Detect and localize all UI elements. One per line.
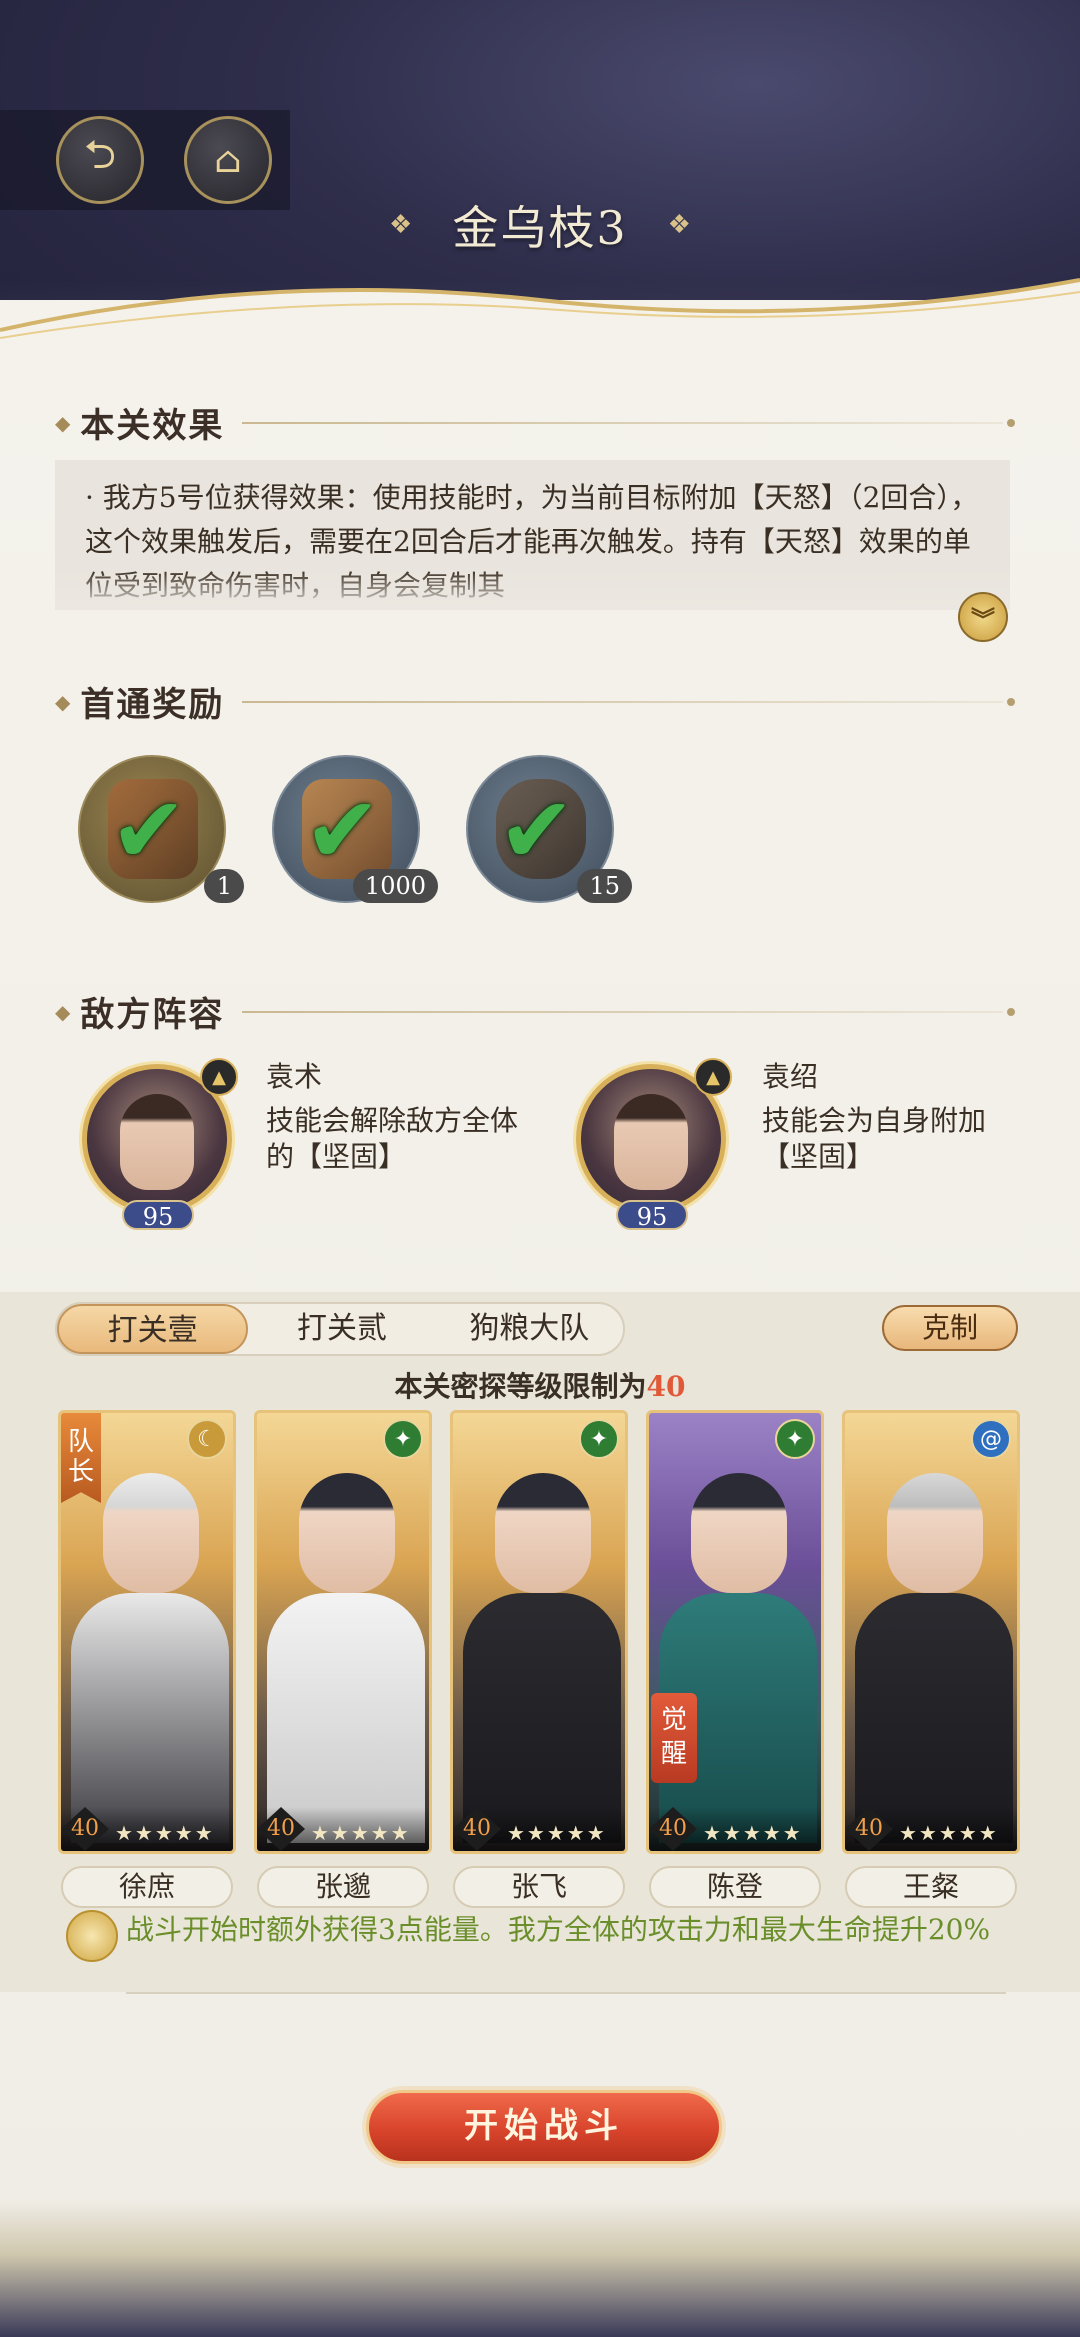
star-rating: ★★★★★ [899, 1821, 999, 1845]
reward-item-token[interactable]: ✔ 1 [78, 755, 244, 903]
star-rating: ★★★★★ [115, 1821, 215, 1845]
member-card-xushu[interactable]: 队长 ☾ 40 ★★★★★ [58, 1410, 236, 1854]
character-portrait [887, 1473, 983, 1593]
enemy-portrait-yuanshu[interactable]: ▲ 95 [72, 1058, 242, 1231]
character-portrait [103, 1473, 199, 1593]
rank-badge-icon: ▲ [200, 1058, 238, 1096]
enemy-title: 敌方阵容 [80, 995, 225, 1035]
check-icon: ✔ [304, 777, 382, 884]
enemy-avatar [614, 1094, 688, 1190]
member-card-chendeng[interactable]: ✦ 觉醒 40 ★★★★★ [646, 1410, 824, 1854]
wind-element-icon: ✦ [579, 1419, 619, 1459]
water-element-icon: @ [971, 1419, 1011, 1459]
start-battle-button[interactable]: 开始战斗 [366, 2090, 722, 2164]
character-portrait [691, 1473, 787, 1593]
pavilion-icon: ⌂ [214, 139, 242, 181]
reward-header: ◆ 首通奖励 [55, 677, 1015, 726]
tab-team-1[interactable]: 打关壹 [57, 1304, 249, 1354]
member-name: 陈登 [649, 1866, 821, 1908]
enemy-name: 袁术 [266, 1060, 323, 1093]
level-limit-value: 40 [646, 1370, 686, 1403]
character-portrait [495, 1473, 591, 1593]
rank-badge-icon: ▲ [694, 1058, 732, 1096]
diamond-ornament-icon: ❖ [667, 210, 691, 240]
wind-element-icon: ✦ [383, 1419, 423, 1459]
character-body [463, 1593, 621, 1843]
member-name: 徐庶 [61, 1866, 233, 1908]
character-body [267, 1593, 425, 1843]
divider [242, 1010, 1003, 1013]
character-portrait [299, 1473, 395, 1593]
divider-dot [1007, 1007, 1015, 1016]
stage-effect-box[interactable]: · 我方5号位获得效果：使用技能时，为当前目标附加【天怒】（2回合），这个效果触… [55, 460, 1010, 610]
character-body [855, 1593, 1013, 1843]
check-icon: ✔ [110, 777, 188, 884]
divider [126, 1992, 1006, 1994]
tab-team-3[interactable]: 狗粮大队 [436, 1304, 623, 1354]
reward-title: 首通奖励 [80, 685, 225, 725]
character-body [71, 1593, 229, 1843]
divider-dot [1007, 418, 1015, 427]
diamond-bullet-icon: ◆ [55, 410, 71, 435]
reward-count: 1000 [352, 869, 438, 903]
divider [242, 421, 1003, 424]
diamond-bullet-icon: ◆ [55, 689, 71, 714]
page-title: 金乌枝3 [452, 201, 628, 255]
team-bonus-text: 战斗开始时额外获得3点能量。我方全体的攻击力和最大生命提升20% [126, 1913, 991, 1946]
member-name: 王粲 [845, 1866, 1017, 1908]
double-chevron-down-icon: ︾ [971, 604, 995, 634]
counter-button[interactable]: 克制 [882, 1305, 1018, 1351]
star-rating: ★★★★★ [507, 1821, 607, 1845]
member-card-zhangmiao[interactable]: ✦ 40 ★★★★★ [254, 1410, 432, 1854]
level-limit: 本关密探等级限制为40 [0, 1365, 1080, 1405]
wind-element-icon: ✦ [775, 1419, 815, 1459]
enemy-level: 95 [122, 1200, 194, 1231]
member-card-zhangfei[interactable]: ✦ 40 ★★★★★ [450, 1410, 628, 1854]
divider [242, 700, 1003, 703]
member-name: 张邈 [257, 1866, 429, 1908]
star-rating: ★★★★★ [311, 1821, 411, 1845]
reward-item-jade[interactable]: ✔ 1000 [272, 755, 438, 903]
check-icon: ✔ [498, 777, 576, 884]
enemy-header: ◆ 敌方阵容 [55, 987, 1015, 1036]
reward-item-jar[interactable]: ✔ 15 [466, 755, 632, 903]
bottom-ornament [0, 2200, 1080, 2337]
member-card-wangcan[interactable]: @ 40 ★★★★★ [842, 1410, 1020, 1854]
reward-count: 1 [204, 869, 244, 903]
stage-effect-text: · 我方5号位获得效果：使用技能时，为当前目标附加【天怒】（2回合），这个效果触… [85, 481, 979, 602]
title-row: ❖ 金乌枝3 ❖ [0, 190, 1080, 260]
enemy-name: 袁绍 [762, 1060, 819, 1093]
enemy-level: 95 [616, 1200, 688, 1231]
moon-element-icon: ☾ [187, 1419, 227, 1459]
awaken-badge: 觉醒 [651, 1693, 697, 1783]
member-name: 张飞 [453, 1866, 625, 1908]
diamond-ornament-icon: ❖ [389, 210, 413, 240]
star-rating: ★★★★★ [703, 1821, 803, 1845]
diamond-bullet-icon: ◆ [55, 999, 71, 1024]
enemy-avatar [120, 1094, 194, 1190]
expand-button[interactable]: ︾ [958, 592, 1008, 642]
team-tabs: 打关壹 打关贰 狗粮大队 [55, 1302, 625, 1356]
captain-badge: 队长 [61, 1413, 101, 1503]
bonus-icon [66, 1910, 118, 1962]
gold-wave-ornament [0, 278, 1080, 350]
enemy-desc: 技能会为自身附加【坚固】 [762, 1104, 987, 1173]
enemy-portrait-yuanshao[interactable]: ▲ 95 [566, 1058, 736, 1231]
divider-dot [1007, 697, 1015, 706]
tab-team-2[interactable]: 打关贰 [248, 1304, 435, 1354]
stage-effect-title: 本关效果 [80, 406, 225, 446]
stage-effect-header: ◆ 本关效果 [55, 398, 1015, 447]
enemy-desc: 技能会解除敌方全体的【坚固】 [266, 1104, 519, 1173]
level-limit-label: 本关密探等级限制为 [394, 1370, 647, 1403]
back-arrow-icon: ⮌ [83, 132, 117, 178]
reward-count: 15 [577, 869, 632, 903]
